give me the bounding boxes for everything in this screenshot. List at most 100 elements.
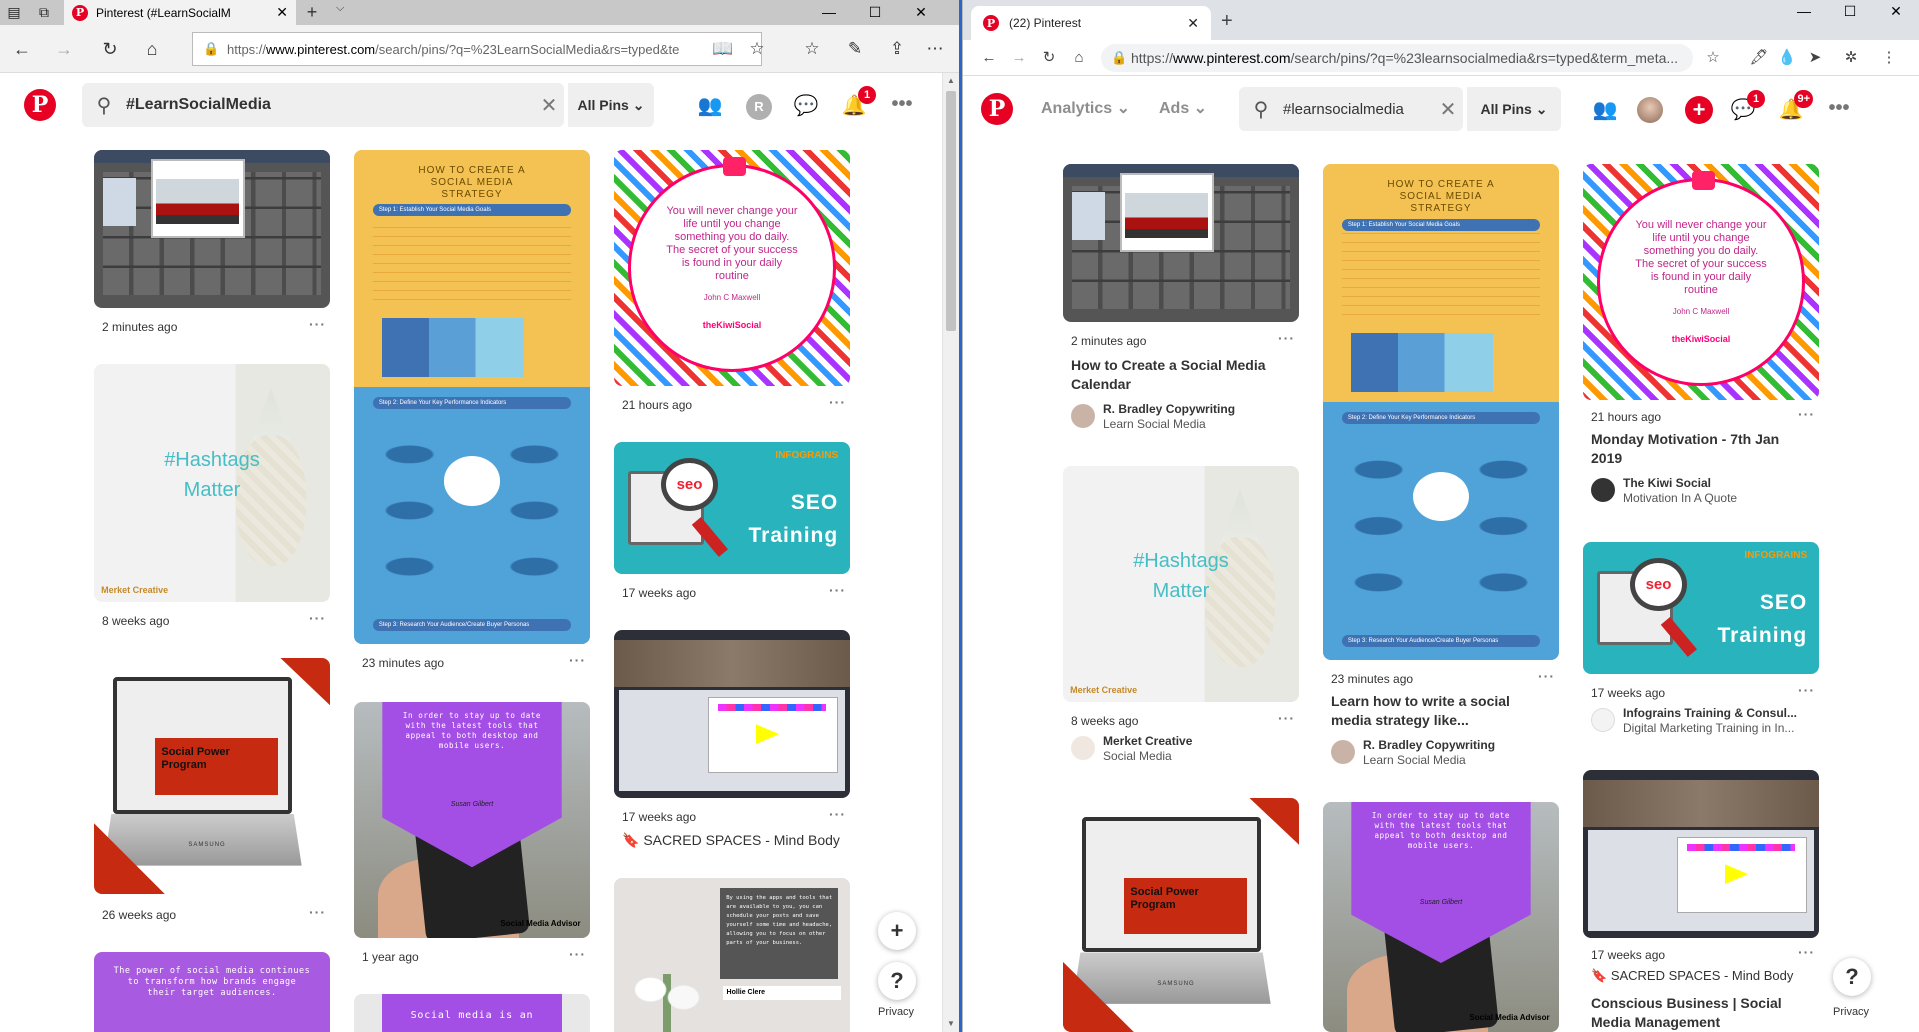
share-icon[interactable]: ⇪ (880, 32, 914, 66)
analytics-menu[interactable]: Analytics ⌄ (1041, 98, 1130, 118)
search-box[interactable]: ⚲ #learnsocialmedia ✕ (1239, 87, 1463, 131)
chrome-tab-pinterest[interactable]: P (22) Pinterest ✕ (971, 6, 1211, 40)
pinterest-logo-icon[interactable]: P (981, 93, 1013, 125)
pin-more-icon[interactable]: ··· (1798, 944, 1815, 960)
help-button[interactable]: ? (1833, 958, 1871, 996)
search-input[interactable]: #learnsocialmedia (1283, 101, 1433, 118)
pin-image[interactable] (1063, 164, 1299, 322)
tab-actions-icon[interactable]: ▤ (0, 0, 28, 25)
chrome-menu-icon[interactable]: ⋮ (1875, 44, 1903, 72)
favorites-hub-icon[interactable]: ☆ (795, 32, 829, 66)
new-tab-button[interactable]: + (302, 0, 322, 25)
forward-icon[interactable]: → (1005, 44, 1033, 72)
pin-title[interactable]: Monday Motivation - 7th Jan 2019 (1591, 430, 1779, 468)
pin-image[interactable] (614, 630, 850, 798)
pin-more-icon[interactable]: ··· (829, 582, 846, 598)
pin-image[interactable] (1583, 770, 1819, 938)
avatar[interactable] (1637, 97, 1663, 123)
pin-creator[interactable]: Infograins Training & Consul... Digital M… (1591, 706, 1797, 736)
notifications-bell-icon[interactable]: 🔔 1 (836, 86, 876, 124)
pin-image[interactable]: You will never change your life until yo… (1583, 164, 1819, 400)
pin-image[interactable]: Social Power Program SAMSUNG (94, 658, 330, 894)
pin-image[interactable]: By using the apps and tools that are ava… (614, 878, 850, 1032)
pinterest-logo-icon[interactable]: P (24, 89, 56, 121)
pin-creator[interactable]: R. Bradley Copywriting Learn Social Media (1331, 738, 1495, 768)
pin-image[interactable]: seo INFOGRAINS SEO Training (614, 442, 850, 574)
reload-icon[interactable]: ↻ (1035, 44, 1063, 72)
pin-more-icon[interactable]: ··· (309, 610, 326, 626)
help-button[interactable]: ? (878, 962, 916, 1000)
avatar[interactable]: R (746, 94, 772, 120)
pin-image[interactable]: #Hashtags Matter Merket Creative (94, 364, 330, 602)
new-tab-button[interactable]: + (1221, 10, 1233, 33)
tab-preview-chevron-icon[interactable]: ⌵ (336, 2, 344, 15)
clear-search-icon[interactable]: ✕ (1433, 97, 1463, 122)
tabs-aside-icon[interactable]: ⧉ (30, 0, 58, 25)
create-icon[interactable]: + (1685, 96, 1713, 124)
pin-image[interactable]: In order to stay up to date with the lat… (354, 702, 590, 938)
pin-image[interactable]: Social Power Program SAMSUNG (1063, 798, 1299, 1032)
close-tab-icon[interactable]: ✕ (276, 4, 288, 21)
pin-image[interactable]: Social media is an (354, 994, 590, 1032)
pin-title[interactable]: How to Create a Social Media Calendar (1071, 356, 1266, 394)
back-icon[interactable]: ← (975, 44, 1003, 72)
close-window-button[interactable]: ✕ (898, 0, 944, 25)
pin-more-icon[interactable]: ··· (569, 946, 586, 962)
pen-icon[interactable]: ✎ (838, 32, 872, 66)
pin-image[interactable]: You will never change your life until yo… (614, 150, 850, 386)
close-tab-icon[interactable]: ✕ (1187, 15, 1199, 32)
url-field[interactable]: 🔒 https://www.pinterest.com/search/pins/… (1101, 44, 1693, 72)
extension-drop-icon[interactable]: 💧 (1773, 44, 1801, 72)
pin-creator[interactable]: The Kiwi Social Motivation In A Quote (1591, 476, 1737, 506)
clear-search-icon[interactable]: ✕ (534, 93, 564, 118)
more-options-icon[interactable]: ••• (884, 86, 920, 122)
ads-menu[interactable]: Ads ⌄ (1159, 98, 1207, 118)
pin-image[interactable]: In order to stay up to date with the lat… (1323, 802, 1559, 1032)
pin-image[interactable]: The power of social media continues to t… (94, 952, 330, 1032)
favorite-star-icon[interactable]: ☆ (740, 32, 774, 66)
close-window-button[interactable]: ✕ (1873, 0, 1919, 40)
notifications-bell-icon[interactable]: 🔔 9+ (1773, 90, 1813, 128)
all-pins-dropdown[interactable]: All Pins ⌄ (566, 83, 654, 127)
pin-image[interactable] (94, 150, 330, 308)
reading-view-icon[interactable]: 📖 (706, 32, 740, 66)
pin-title[interactable]: Conscious Business | Social Media Managem… (1591, 994, 1782, 1032)
pin-creator[interactable]: Merket Creative Social Media (1071, 734, 1192, 764)
pin-creator[interactable]: R. Bradley Copywriting Learn Social Media (1071, 402, 1235, 432)
extension-pointer-icon[interactable]: ➤ (1801, 44, 1829, 72)
back-icon[interactable]: ← (6, 33, 38, 65)
pin-more-icon[interactable]: ··· (1278, 710, 1295, 726)
messages-icon[interactable]: 💬 (788, 88, 824, 124)
pin-more-icon[interactable]: ··· (829, 806, 846, 822)
pin-image[interactable]: HOW TO CREATE A SOCIAL MEDIA STRATEGY St… (1323, 164, 1559, 660)
privacy-link[interactable]: Privacy (1833, 1006, 1869, 1018)
minimize-button[interactable]: — (1781, 0, 1827, 40)
pin-more-icon[interactable]: ··· (1798, 406, 1815, 422)
scroll-down-icon[interactable]: ▼ (943, 1016, 959, 1032)
refresh-icon[interactable]: ↻ (94, 33, 126, 65)
more-options-icon[interactable]: ••• (1821, 90, 1857, 126)
pin-more-icon[interactable]: ··· (569, 652, 586, 668)
pin-title[interactable]: Learn how to write a social media strateg… (1331, 692, 1510, 730)
search-box[interactable]: ⚲ #LearnSocialMedia ✕ (82, 83, 564, 127)
maximize-button[interactable]: ☐ (1827, 0, 1873, 40)
pin-more-icon[interactable]: ··· (1798, 682, 1815, 698)
pin-board-link[interactable]: 🔖 SACRED SPACES - Mind Body (622, 832, 840, 849)
pin-more-icon[interactable]: ··· (1278, 330, 1295, 346)
pin-image[interactable]: seo INFOGRAINS SEO Training (1583, 542, 1819, 674)
scrollbar-thumb[interactable] (946, 91, 956, 331)
home-icon[interactable]: ⌂ (1065, 44, 1093, 72)
pin-image[interactable]: #Hashtags Matter Merket Creative (1063, 466, 1299, 702)
pin-more-icon[interactable]: ··· (309, 316, 326, 332)
privacy-link[interactable]: Privacy (878, 1006, 914, 1018)
pin-more-icon[interactable]: ··· (1538, 668, 1555, 684)
bookmark-star-icon[interactable]: ☆ (1699, 44, 1727, 72)
pin-more-icon[interactable]: ··· (309, 904, 326, 920)
edge-tab-pinterest[interactable]: P Pinterest (#LearnSocialM ✕ (64, 0, 296, 25)
extension-color-icon[interactable]: ✲ (1837, 44, 1865, 72)
messages-icon[interactable]: 💬 1 (1725, 90, 1765, 128)
pin-more-icon[interactable]: ··· (829, 394, 846, 410)
maximize-button[interactable]: ☐ (852, 0, 898, 25)
pin-image[interactable]: HOW TO CREATE A SOCIAL MEDIA STRATEGY St… (354, 150, 590, 644)
pin-board-link[interactable]: 🔖 SACRED SPACES - Mind Body (1591, 968, 1793, 984)
